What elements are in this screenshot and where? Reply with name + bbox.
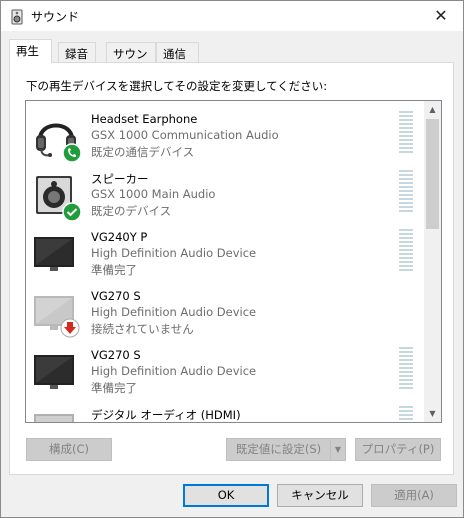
volume-meter [399,347,413,393]
tab-sounds[interactable]: サウンド [106,42,156,77]
set-default-dropdown[interactable]: ▼ [330,438,346,461]
list-scrollbar[interactable]: ▲ ▼ [424,101,441,422]
device-status: 準備完了 [91,263,137,277]
chevron-down-icon: ▼ [334,445,342,454]
device-list[interactable]: Headset Earphone GSX 1000 Communication … [25,100,442,423]
list-item-monitor[interactable]: VG240Y P High Definition Audio Device 準備… [26,225,424,284]
instruction-text: 下の再生デバイスを選択してその設定を変更してください: [26,79,328,93]
tab-label: 録音 [65,47,88,61]
device-name: Headset Earphone [91,112,198,126]
tab-communications[interactable]: 通信 [156,42,199,62]
scroll-thumb[interactable] [426,119,439,229]
close-icon: ✕ [434,6,448,25]
chevron-up-icon: ▲ [429,105,436,114]
device-name: スピーカー [91,172,149,186]
configure-button[interactable]: 構成(C) [26,438,112,461]
monitor-icon [34,414,74,422]
sound-dialog: サウンド ✕ 再生 録音 サウンド 通信 下の再生デバイスを選択してその設定を変… [0,0,464,518]
down-arrow-badge-icon [60,318,80,338]
list-item-monitor[interactable]: VG270 S High Definition Audio Device 準備完… [26,343,424,402]
list-item-headset[interactable]: Headset Earphone GSX 1000 Communication … [26,107,424,166]
chevron-down-icon: ▼ [429,409,436,418]
tab-recording[interactable]: 録音 [58,42,96,62]
device-description: GSX 1000 Main Audio [91,187,216,201]
device-description: High Definition Audio Device [91,364,257,378]
volume-meter [399,406,413,422]
device-status: 接続されていません [91,322,194,336]
tab-label: 通信 [163,47,186,61]
device-description: GSX 1000 Communication Audio [91,128,279,142]
monitor-icon [34,355,74,389]
apply-button[interactable]: 適用(A) [371,484,457,507]
cancel-button[interactable]: キャンセル [277,484,363,507]
device-description: High Definition Audio Device [91,246,257,260]
list-item-speaker[interactable]: スピーカー GSX 1000 Main Audio 既定のデバイス [26,166,424,225]
scroll-down-button[interactable]: ▼ [424,405,441,422]
scroll-up-button[interactable]: ▲ [424,101,441,118]
volume-meter [399,229,413,275]
check-badge-icon [62,202,82,222]
speaker-app-icon [11,9,23,25]
device-description: High Definition Audio Device [91,305,257,319]
tab-label: 再生 [16,44,39,58]
set-default-button[interactable]: 既定値に設定(S) [226,438,331,461]
properties-button[interactable]: プロパティ(P) [355,438,441,461]
device-name: VG270 S [91,348,141,362]
volume-meter [399,111,413,157]
device-name: デジタル オーディオ (HDMI) [91,408,241,422]
window-title: サウンド [31,10,80,24]
phone-check-badge-icon [62,143,82,163]
device-name: VG270 S [91,289,141,303]
device-status: 既定のデバイス [91,204,172,218]
close-button[interactable]: ✕ [419,1,463,31]
monitor-icon [34,237,74,271]
list-item-monitor-disconnected[interactable]: VG270 S High Definition Audio Device 接続さ… [26,284,424,343]
device-status: 準備完了 [91,381,137,395]
title-bar[interactable]: サウンド ✕ [1,1,463,31]
playback-panel: 下の再生デバイスを選択してその設定を変更してください: Headset Earp… [9,62,454,475]
list-item-digital-audio[interactable]: デジタル オーディオ (HDMI) [26,402,424,422]
ok-button[interactable]: OK [183,484,269,507]
device-status: 既定の通信デバイス [91,145,195,159]
volume-meter [399,170,413,216]
device-name: VG240Y P [91,230,148,244]
tab-playback[interactable]: 再生 [9,39,52,63]
